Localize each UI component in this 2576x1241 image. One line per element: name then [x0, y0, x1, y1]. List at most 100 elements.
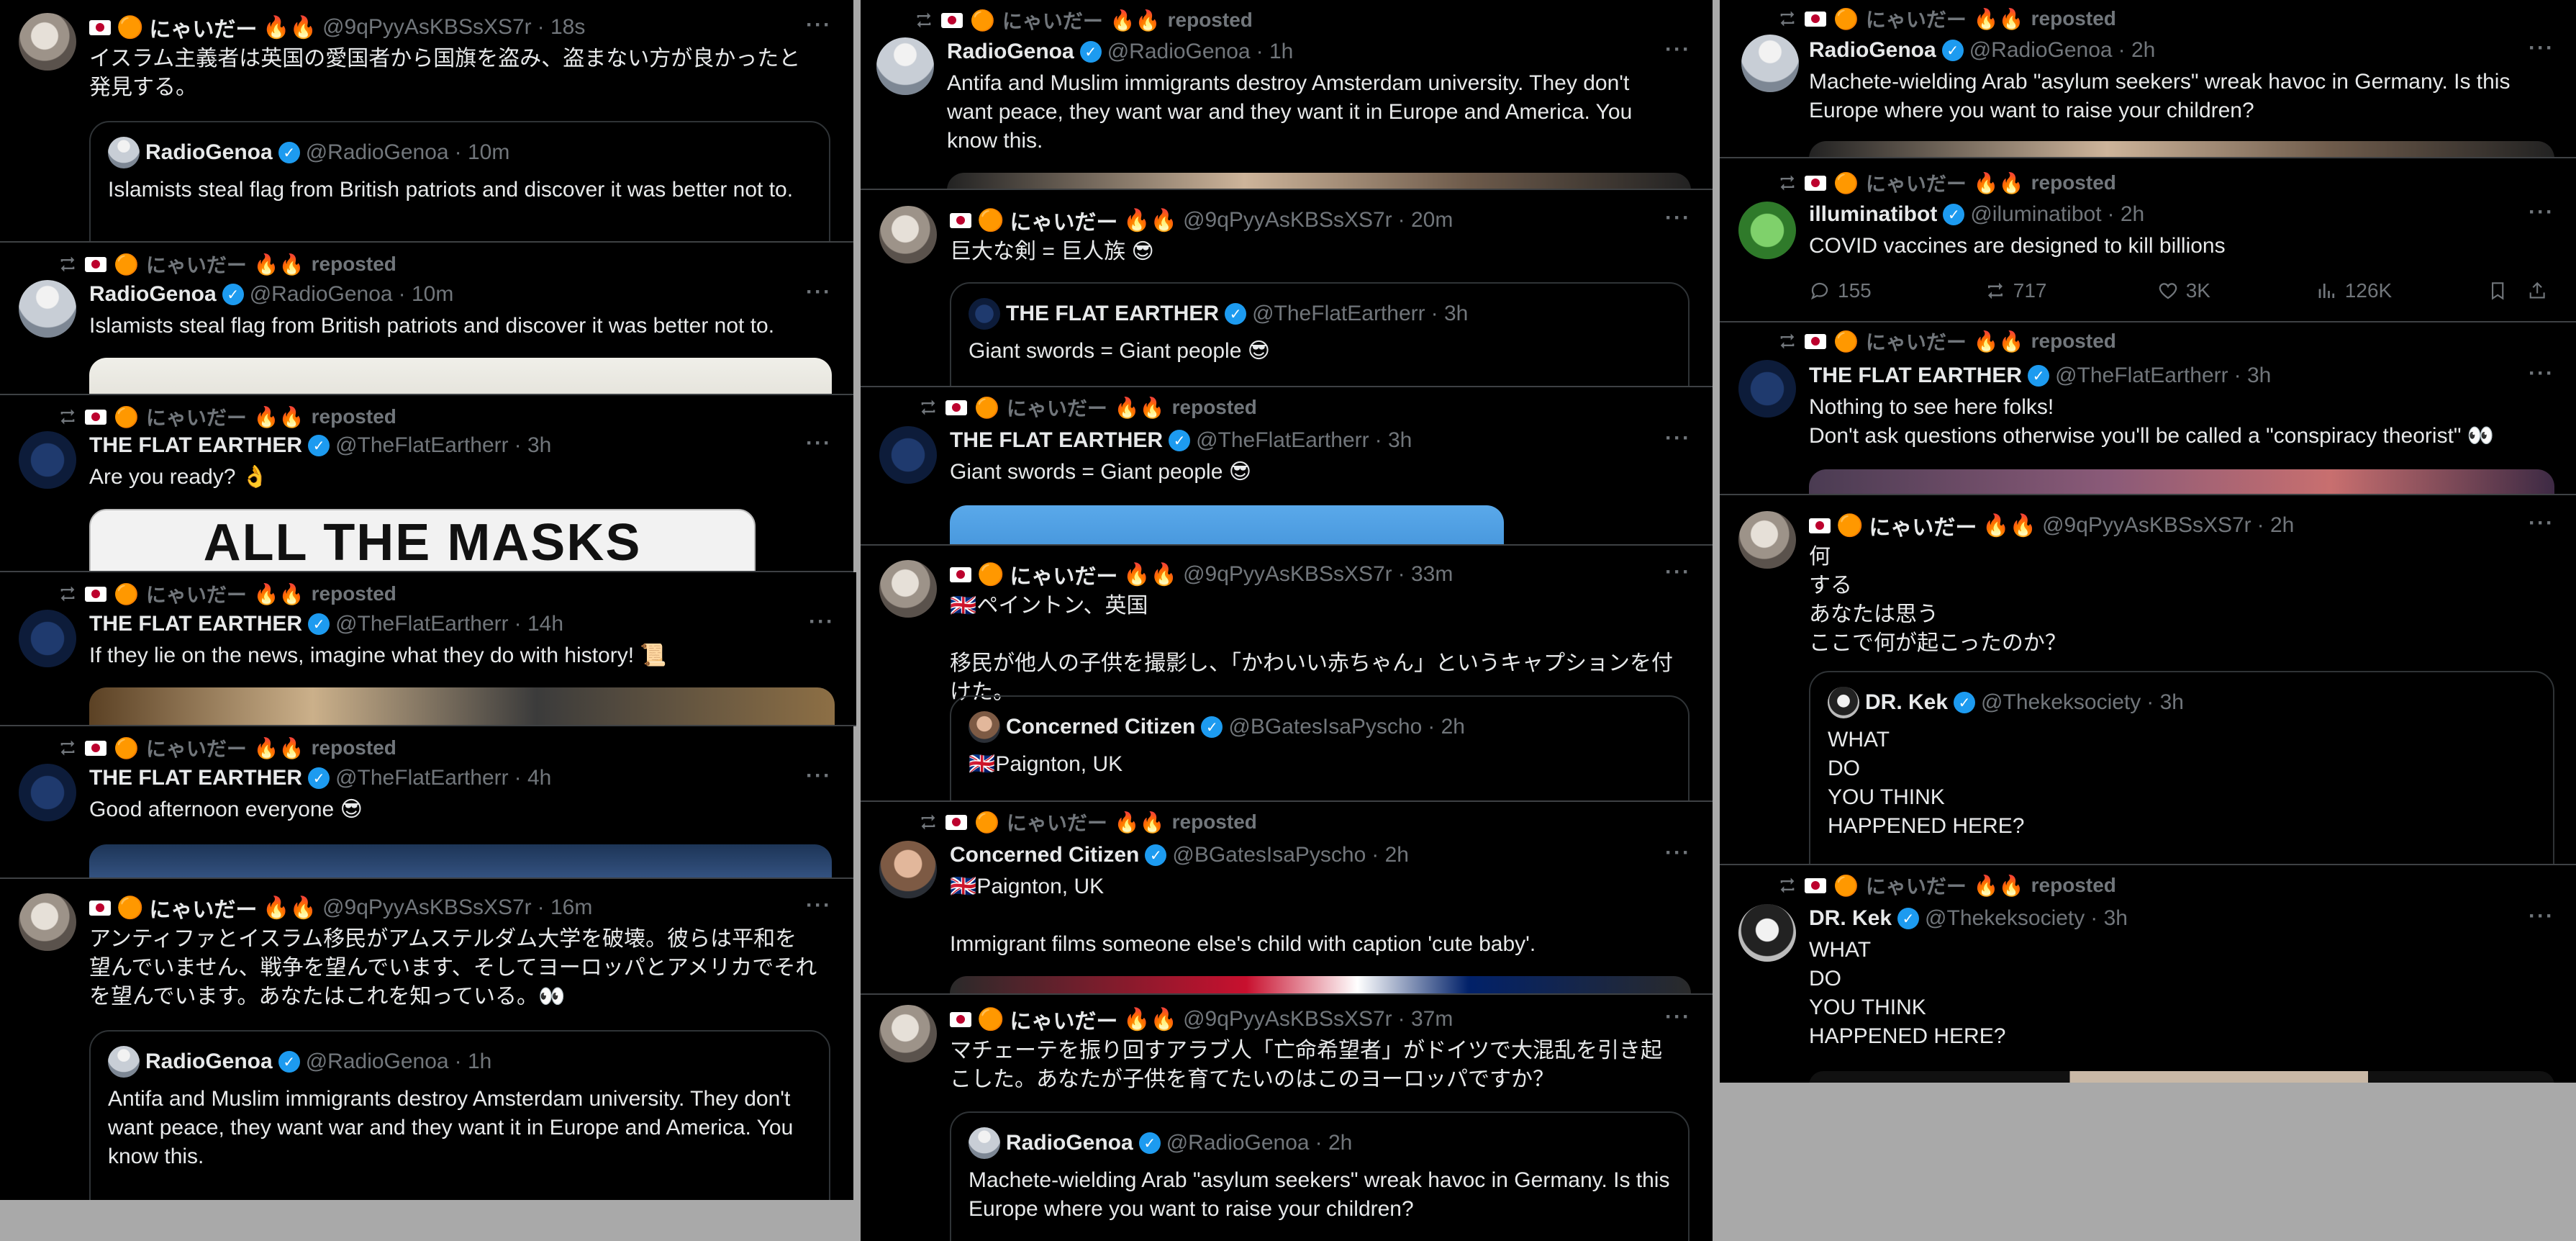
display-name[interactable]: RadioGenoa [1809, 38, 1936, 63]
tweet-card[interactable]: 🟠 にゃいだー 🔥🔥 reposted THE FLAT EARTHER ✓ @… [0, 395, 853, 572]
timestamp[interactable]: · 3h [2090, 906, 2128, 931]
display-name[interactable]: illuminatibot [1809, 202, 1937, 227]
more-options-icon[interactable]: ··· [806, 13, 832, 37]
more-options-icon[interactable]: ··· [806, 280, 832, 304]
tweet-media[interactable] [950, 976, 1691, 993]
avatar[interactable] [19, 280, 76, 338]
handle[interactable]: @9qPyyAsKBSsXS7r [1183, 562, 1392, 587]
avatar[interactable] [1738, 360, 1796, 418]
display-name[interactable]: にゃいだー [149, 12, 257, 43]
reposter-name[interactable]: にゃいだー [1007, 808, 1107, 836]
timestamp[interactable]: · 2h [2257, 513, 2295, 538]
avatar[interactable] [879, 1005, 937, 1062]
display-name[interactable]: THE FLAT EARTHER [950, 428, 1163, 453]
handle[interactable]: @Thekeksociety [1925, 906, 2085, 931]
handle[interactable]: @TheFlatEartherr [335, 766, 509, 790]
timestamp[interactable]: · 20m [1398, 208, 1453, 233]
handle[interactable]: @9qPyyAsKBSsXS7r [322, 15, 532, 40]
tweet-media[interactable] [89, 687, 835, 725]
timestamp[interactable]: · 10m [399, 282, 454, 307]
more-options-icon[interactable]: ··· [1665, 560, 1691, 585]
reposter-name[interactable]: にゃいだー [1866, 327, 1967, 356]
avatar[interactable] [879, 426, 937, 484]
display-name[interactable]: にゃいだー [1010, 204, 1117, 236]
handle[interactable]: @9qPyyAsKBSsXS7r [1183, 1007, 1392, 1032]
timestamp[interactable]: · 14h [514, 612, 563, 636]
more-options-icon[interactable]: ··· [806, 893, 832, 918]
timestamp[interactable]: · 2h [2118, 38, 2156, 63]
avatar[interactable] [879, 560, 937, 618]
more-options-icon[interactable]: ··· [2529, 904, 2554, 929]
more-options-icon[interactable]: ··· [2529, 511, 2554, 536]
tweet-card[interactable]: 🟠 にゃいだー 🔥🔥 reposted THE FLAT EARTHER ✓ @… [1720, 322, 2576, 495]
avatar[interactable] [879, 206, 937, 263]
avatar[interactable] [19, 764, 76, 821]
more-options-icon[interactable]: ··· [806, 431, 832, 456]
handle[interactable]: @9qPyyAsKBSsXS7r [322, 895, 532, 920]
tweet-media[interactable] [1809, 469, 2554, 494]
avatar[interactable] [19, 13, 76, 71]
timestamp[interactable]: · 3h [1375, 428, 1412, 453]
handle[interactable]: @RadioGenoa [1107, 40, 1251, 64]
display-name[interactable]: にゃいだー [149, 892, 257, 924]
timestamp[interactable]: · 33m [1398, 562, 1453, 587]
tweet-media[interactable] [1809, 1071, 2554, 1083]
tweet-card[interactable]: 🟠 にゃいだー 🔥🔥 @9qPyyAsKBSsXS7r · 37m ··· マチ… [861, 995, 1713, 1241]
timestamp[interactable]: · 4h [514, 766, 552, 790]
reposter-name[interactable]: にゃいだー [1007, 393, 1107, 422]
tweet-card[interactable]: 🟠 にゃいだー 🔥🔥 reposted DR. Kek ✓ @Thekeksoc… [1720, 865, 2576, 1083]
avatar[interactable] [19, 431, 76, 489]
timestamp[interactable]: · 2h [1371, 843, 1409, 867]
more-options-icon[interactable]: ··· [2529, 200, 2554, 225]
bookmark-icon[interactable] [2487, 280, 2508, 302]
reply-button[interactable]: 155 [1809, 279, 1985, 302]
handle[interactable]: @TheFlatEartherr [2055, 364, 2228, 388]
handle[interactable]: @BGatesIsaPyscho [1172, 843, 1366, 867]
more-options-icon[interactable]: ··· [1665, 206, 1691, 230]
tweet-card[interactable]: 🟠 にゃいだー 🔥🔥 reposted Concerned Citizen ✓ … [861, 802, 1713, 995]
display-name[interactable]: Concerned Citizen [950, 843, 1139, 867]
tweet-media[interactable] [950, 505, 1504, 544]
tweet-media[interactable] [89, 358, 832, 394]
display-name[interactable]: RadioGenoa [947, 40, 1074, 64]
timestamp[interactable]: · 2h [2108, 202, 2145, 227]
handle[interactable]: @9qPyyAsKBSsXS7r [1183, 208, 1392, 233]
views-button[interactable]: 126K [2316, 279, 2482, 302]
timestamp[interactable]: · 3h [2234, 364, 2272, 388]
tweet-card[interactable]: 🟠 にゃいだー 🔥🔥 @9qPyyAsKBSsXS7r · 20m ··· 巨大… [861, 190, 1713, 387]
quoted-tweet[interactable]: Concerned Citizen ✓ @BGatesIsaPyscho · 2… [950, 695, 1690, 800]
timestamp[interactable]: · 1h [1256, 40, 1294, 64]
display-name[interactable]: にゃいだー [1010, 559, 1117, 590]
quoted-tweet[interactable]: DR. Kek ✓ @Thekeksociety · 3h WHAT DO YO… [1809, 671, 2554, 864]
more-options-icon[interactable]: ··· [809, 610, 835, 634]
tweet-card[interactable]: 🟠 にゃいだー 🔥🔥 reposted THE FLAT EARTHER ✓ @… [0, 572, 856, 726]
display-name[interactable]: にゃいだー [1010, 1003, 1117, 1035]
share-icon[interactable] [2527, 280, 2547, 302]
more-options-icon[interactable]: ··· [1665, 426, 1691, 451]
quoted-tweet[interactable]: RadioGenoa ✓ @RadioGenoa · 10m Islamists… [89, 121, 830, 241]
reposter-name[interactable]: にゃいだー [146, 402, 247, 431]
more-options-icon[interactable]: ··· [2529, 36, 2554, 60]
like-button[interactable]: 3K [2157, 279, 2316, 302]
avatar[interactable] [1738, 202, 1796, 259]
more-options-icon[interactable]: ··· [2529, 361, 2554, 386]
reposter-name[interactable]: にゃいだー [1866, 4, 1967, 33]
quoted-tweet[interactable]: RadioGenoa ✓ @RadioGenoa · 1h Antifa and… [89, 1030, 830, 1200]
tweet-card[interactable]: 🟠 にゃいだー 🔥🔥 @9qPyyAsKBSsXS7r · 16m ··· アン… [0, 879, 853, 1200]
tweet-card[interactable]: 🟠 にゃいだー 🔥🔥 @9qPyyAsKBSsXS7r · 2h ··· 何 す… [1720, 495, 2576, 865]
handle[interactable]: @TheFlatEartherr [335, 433, 509, 458]
avatar[interactable] [1741, 35, 1799, 92]
reposter-name[interactable]: にゃいだー [1002, 6, 1103, 35]
handle[interactable]: @iluminatibot [1970, 202, 2101, 227]
tweet-card[interactable]: 🟠 にゃいだー 🔥🔥 reposted THE FLAT EARTHER ✓ @… [0, 726, 853, 879]
tweet-card[interactable]: 🟠 にゃいだー 🔥🔥 reposted RadioGenoa ✓ @RadioG… [0, 243, 853, 395]
display-name[interactable]: にゃいだー [1869, 510, 1977, 541]
more-options-icon[interactable]: ··· [1665, 1005, 1691, 1029]
handle[interactable]: @RadioGenoa [1969, 38, 2113, 63]
display-name[interactable]: RadioGenoa [89, 282, 217, 307]
handle[interactable]: @9qPyyAsKBSsXS7r [2042, 513, 2251, 538]
handle[interactable]: @TheFlatEartherr [1196, 428, 1369, 453]
avatar[interactable] [1738, 904, 1796, 962]
tweet-card[interactable]: 🟠 にゃいだー 🔥🔥 reposted RadioGenoa ✓ @RadioG… [1720, 0, 2576, 158]
tweet-media[interactable] [1809, 141, 2554, 157]
